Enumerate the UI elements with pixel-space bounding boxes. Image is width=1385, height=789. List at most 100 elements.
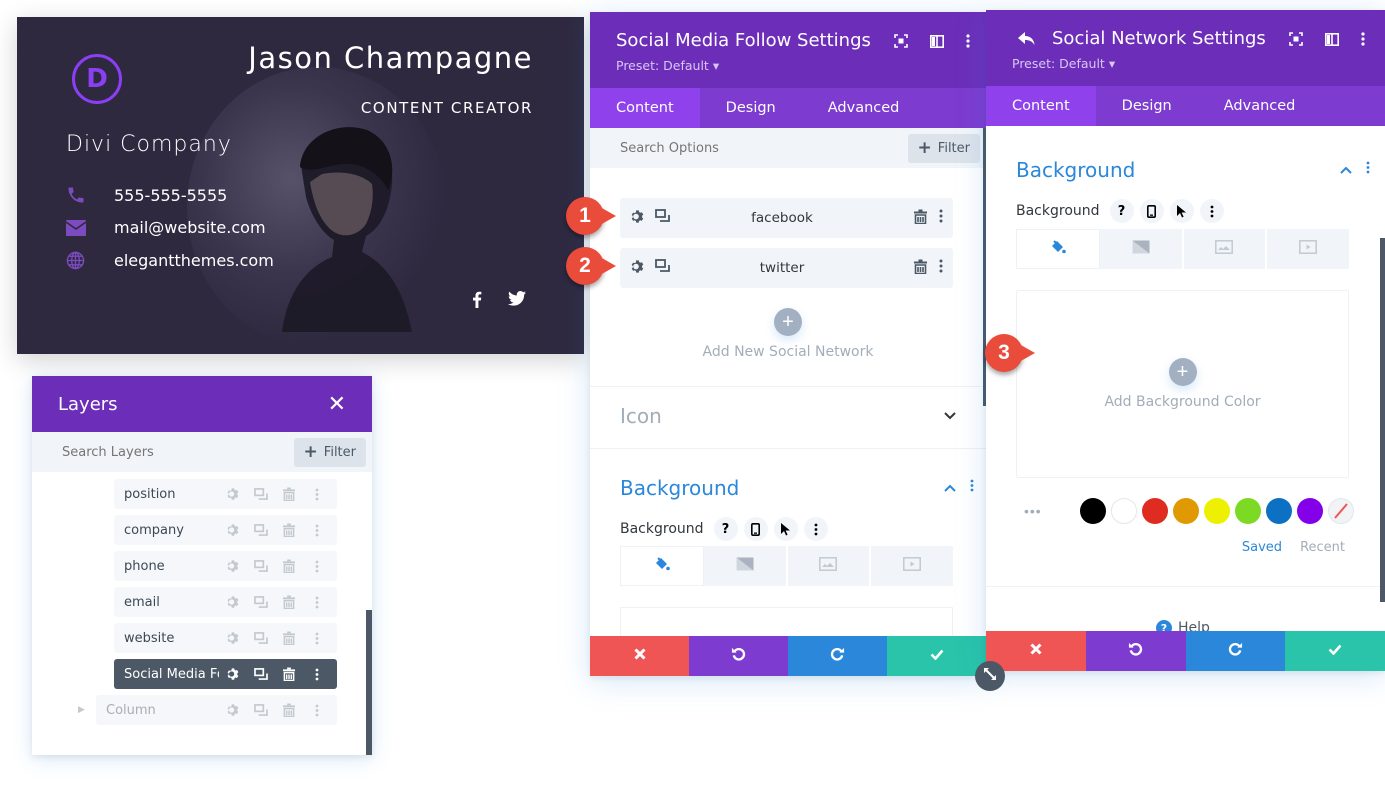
trash-icon[interactable] (275, 595, 303, 609)
color-swatch[interactable] (1142, 498, 1168, 524)
tab-content[interactable]: Content (986, 86, 1096, 126)
background-section-toggle[interactable]: Background (1016, 158, 1370, 182)
duplicate-icon[interactable] (247, 596, 275, 608)
background-gradient-tab[interactable] (704, 546, 788, 586)
options-search-input[interactable] (620, 140, 820, 156)
saved-palette-tab[interactable]: Saved (1242, 540, 1282, 555)
facebook-icon[interactable] (472, 291, 482, 308)
more-options-icon[interactable] (939, 259, 943, 278)
responsive-icon[interactable] (1139, 199, 1164, 223)
tab-design[interactable]: Design (700, 88, 802, 128)
more-options-icon[interactable] (303, 488, 331, 501)
undo-button[interactable] (689, 636, 788, 676)
preset-dropdown[interactable]: Preset: Default ▾ (1012, 56, 1115, 71)
trash-icon[interactable] (275, 667, 303, 681)
gear-icon[interactable] (219, 487, 247, 501)
tab-content[interactable]: Content (590, 88, 700, 128)
add-icon[interactable]: + (1168, 358, 1197, 386)
icon-section-toggle[interactable]: Icon (620, 404, 956, 428)
gear-icon[interactable] (219, 703, 247, 717)
redo-button[interactable] (1185, 631, 1286, 671)
duplicate-icon[interactable] (247, 560, 275, 572)
split-view-icon[interactable] (930, 34, 944, 53)
chevron-up-icon[interactable] (944, 479, 956, 497)
color-swatch[interactable] (1080, 498, 1106, 524)
gear-icon[interactable] (219, 595, 247, 609)
background-section-toggle[interactable]: Background (620, 476, 974, 500)
hover-cursor-icon[interactable] (1169, 199, 1194, 223)
layer-item[interactable]: Column (96, 695, 337, 725)
more-options-icon[interactable] (939, 209, 943, 228)
layer-item[interactable]: company (114, 515, 337, 545)
gear-icon[interactable] (630, 209, 645, 228)
color-swatch[interactable] (1204, 498, 1230, 524)
fullscreen-icon[interactable] (894, 34, 908, 53)
gear-icon[interactable] (219, 631, 247, 645)
more-colors-icon[interactable]: ••• (1024, 503, 1080, 519)
background-image-tab[interactable] (1184, 229, 1268, 269)
more-options-icon[interactable] (303, 632, 331, 645)
layer-item[interactable]: website (114, 623, 337, 653)
duplicate-icon[interactable] (247, 704, 275, 716)
hover-cursor-icon[interactable] (773, 517, 798, 541)
preset-dropdown[interactable]: Preset: Default ▾ (616, 58, 719, 73)
color-swatch[interactable] (1111, 498, 1137, 524)
redo-button[interactable] (788, 636, 887, 676)
more-options-icon[interactable] (303, 560, 331, 573)
resize-handle[interactable] (975, 661, 1005, 691)
layer-item[interactable]: Social Media Foll... (114, 659, 337, 689)
options-filter-button[interactable]: + Filter (907, 133, 980, 163)
color-swatch[interactable] (1297, 498, 1323, 524)
layer-item[interactable]: position (114, 479, 337, 509)
gear-icon[interactable] (219, 667, 247, 681)
tab-design[interactable]: Design (1096, 86, 1198, 126)
more-options-icon[interactable] (966, 34, 970, 53)
trash-icon[interactable] (914, 209, 927, 228)
more-options-icon[interactable] (303, 668, 331, 681)
more-options-icon[interactable] (1199, 199, 1224, 223)
tab-advanced[interactable]: Advanced (802, 88, 926, 128)
cancel-button[interactable] (590, 636, 689, 676)
chevron-down-icon[interactable] (944, 407, 956, 425)
expand-triangle-icon[interactable]: ▶ (78, 704, 85, 715)
layers-scrollbar[interactable] (366, 610, 372, 755)
trash-icon[interactable] (275, 487, 303, 501)
help-icon[interactable]: ? (713, 517, 738, 541)
duplicate-icon[interactable] (247, 524, 275, 536)
duplicate-icon[interactable] (247, 488, 275, 500)
trash-icon[interactable] (914, 259, 927, 278)
add-background-color-area[interactable]: + Add Background Color (1016, 290, 1349, 478)
background-gradient-tab[interactable] (1100, 229, 1184, 269)
layer-item[interactable]: phone (114, 551, 337, 581)
twitter-icon[interactable] (508, 291, 526, 306)
layers-search-input[interactable] (62, 444, 262, 460)
add-icon[interactable]: + (774, 308, 802, 336)
social-network-item[interactable]: facebook (620, 198, 953, 238)
color-swatch[interactable] (1266, 498, 1292, 524)
duplicate-icon[interactable] (655, 258, 670, 278)
gear-icon[interactable] (219, 559, 247, 573)
chevron-up-icon[interactable] (1340, 161, 1352, 179)
layer-item[interactable]: email (114, 587, 337, 617)
save-button[interactable] (887, 636, 986, 676)
trash-icon[interactable] (275, 523, 303, 537)
gear-icon[interactable] (219, 523, 247, 537)
more-options-icon[interactable] (1366, 161, 1370, 179)
tab-advanced[interactable]: Advanced (1198, 86, 1322, 126)
undo-button[interactable] (1085, 631, 1186, 671)
social-network-item[interactable]: twitter (620, 248, 953, 288)
background-color-tab[interactable] (620, 546, 704, 586)
back-arrow-icon[interactable] (1018, 32, 1035, 51)
trash-icon[interactable] (275, 703, 303, 717)
duplicate-icon[interactable] (247, 632, 275, 644)
background-video-tab[interactable] (1267, 229, 1349, 269)
save-button[interactable] (1285, 631, 1385, 671)
layers-filter-button[interactable]: + Filter (293, 437, 366, 467)
trash-icon[interactable] (275, 559, 303, 573)
no-color-swatch[interactable] (1328, 498, 1354, 524)
gear-icon[interactable] (630, 259, 645, 278)
more-options-icon[interactable] (1361, 32, 1365, 51)
more-options-icon[interactable] (303, 524, 331, 537)
add-social-network[interactable]: + Add New Social Network (590, 308, 986, 360)
responsive-icon[interactable] (743, 517, 768, 541)
